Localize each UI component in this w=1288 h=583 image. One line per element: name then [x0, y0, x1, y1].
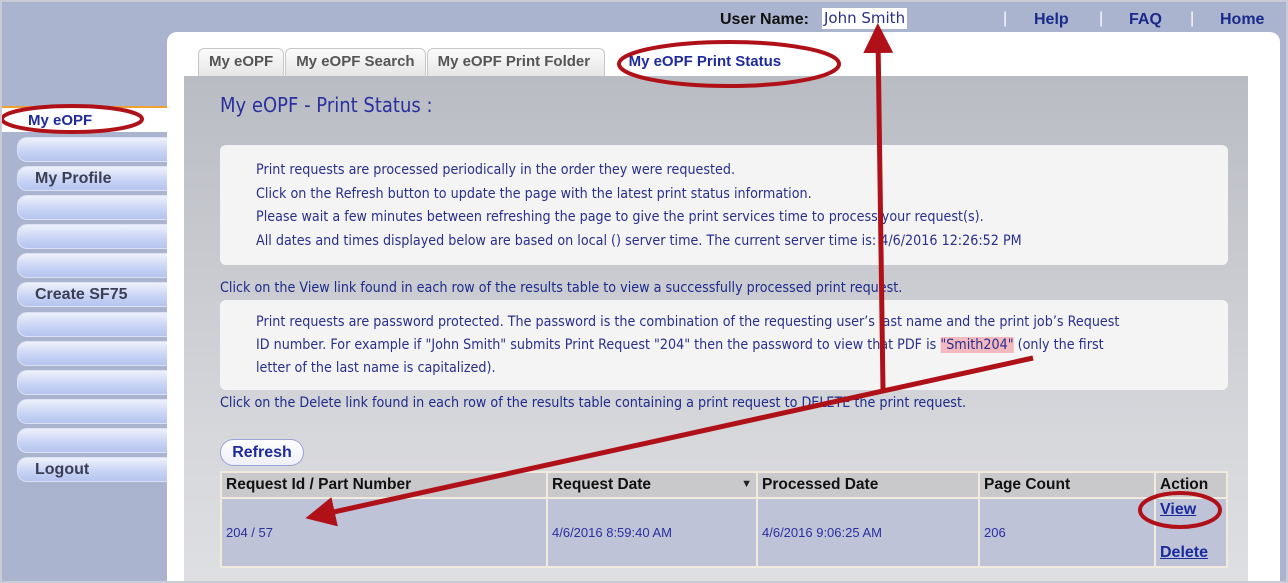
page-count-cell: 206 [978, 497, 1156, 568]
top-bar: User Name: John Smith | Help | FAQ | Hom… [0, 6, 1288, 34]
server-time-line: All dates and times displayed below are … [256, 232, 1022, 249]
tab-my-eopf-search[interactable]: My eOPF Search [285, 48, 426, 76]
refresh-button[interactable]: Refresh [220, 439, 304, 466]
table-row: 204 / 57 4/6/2016 8:59:40 AM 4/6/2016 9:… [220, 497, 1228, 568]
sidebar-item-blank[interactable] [17, 137, 167, 162]
sidebar-item-blank[interactable] [17, 253, 167, 278]
results-table: Request Id / Part Number Request Date ▼ P… [220, 471, 1228, 568]
view-link[interactable]: View [1160, 501, 1196, 519]
password-note-line: letter of the last name is capitalized). [256, 360, 496, 376]
password-note-line: ID number. For example if "John Smith" s… [256, 334, 1111, 357]
column-header-request-date[interactable]: Request Date ▼ [546, 471, 758, 499]
sidebar-item-blank[interactable] [17, 399, 167, 424]
info-line: Please wait a few minutes between refres… [256, 209, 984, 225]
request-date-cell: 4/6/2016 8:59:40 AM [546, 497, 758, 568]
column-header-label: Action [1160, 476, 1209, 493]
sidebar-item-blank[interactable] [17, 428, 167, 453]
sidebar-item-create-sf75[interactable]: Create SF75 [17, 282, 167, 307]
home-link[interactable]: Home [1220, 11, 1264, 29]
sidebar-item-my-eopf[interactable]: My eOPF [0, 106, 167, 132]
tab-my-eopf-print-status[interactable]: My eOPF Print Status [606, 48, 793, 76]
sidebar-item-blank[interactable] [17, 224, 167, 249]
tab-my-eopf-print-folder[interactable]: My eOPF Print Folder [426, 48, 605, 76]
tab-my-eopf[interactable]: My eOPF [198, 48, 285, 76]
password-note-text: ID number. For example if "John Smith" s… [256, 337, 941, 353]
column-header-label: Page Count [984, 476, 1071, 493]
password-note-box: Print requests are password protected. T… [220, 300, 1228, 390]
password-example-highlight: "Smith204" [940, 337, 1014, 353]
sidebar-item-blank[interactable] [17, 312, 167, 337]
user-name-value: John Smith [822, 8, 908, 29]
delete-link[interactable]: Delete [1160, 544, 1208, 562]
info-line: Click on the Refresh button to update th… [256, 185, 812, 202]
processed-date-cell: 4/6/2016 9:06:25 AM [756, 497, 980, 568]
column-header-processed-date[interactable]: Processed Date [756, 471, 980, 499]
separator: | [1099, 10, 1104, 27]
password-note-text: (only the first [1013, 337, 1104, 353]
sidebar-item-blank[interactable] [17, 341, 167, 366]
page-title: My eOPF - Print Status : [220, 93, 433, 117]
separator: | [1190, 10, 1195, 27]
tab-bar: My eOPF My eOPF Search My eOPF Print Fol… [198, 48, 793, 76]
delete-instruction: Click on the Delete link found in each r… [220, 395, 967, 411]
column-header-action: Action [1154, 471, 1228, 499]
request-id-cell: 204 / 57 [220, 497, 548, 568]
sidebar-item-blank[interactable] [17, 370, 167, 395]
column-header-page-count[interactable]: Page Count [978, 471, 1156, 499]
password-note-line: Print requests are password protected. T… [256, 314, 1120, 330]
faq-link[interactable]: FAQ [1129, 11, 1162, 29]
user-name-label: User Name: [720, 11, 809, 28]
info-line: Print requests are processed periodicall… [256, 162, 736, 178]
help-link[interactable]: Help [1034, 11, 1069, 29]
print-info-box: Print requests are processed periodicall… [220, 145, 1228, 265]
sort-descending-icon: ▼ [741, 478, 752, 490]
action-cell: View Delete [1154, 497, 1228, 568]
view-instruction: Click on the View link found in each row… [220, 280, 903, 296]
column-header-request-id[interactable]: Request Id / Part Number [220, 471, 548, 499]
separator: | [1003, 10, 1008, 27]
sidebar-item-my-profile[interactable]: My Profile [17, 166, 167, 191]
column-header-label: Request Date [552, 476, 652, 493]
sidebar-item-blank[interactable] [17, 195, 167, 220]
table-header-row: Request Id / Part Number Request Date ▼ P… [220, 471, 1228, 499]
column-header-label: Request Id / Part Number [226, 476, 412, 493]
sidebar-item-logout[interactable]: Logout [17, 457, 167, 482]
column-header-label: Processed Date [762, 476, 879, 493]
